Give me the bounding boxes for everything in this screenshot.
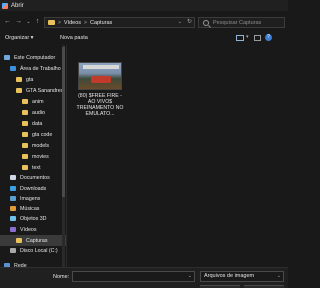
desktop-icon	[10, 66, 16, 71]
scrollbar-thumb[interactable]	[62, 47, 65, 197]
title-bar: Abrir	[0, 0, 288, 11]
folder-icon	[48, 20, 55, 25]
folder-icon	[22, 121, 28, 126]
nav-item-label: Downloads	[20, 185, 47, 192]
disk-icon	[10, 248, 16, 253]
images-icon	[10, 196, 16, 201]
thumbnail-car	[91, 76, 111, 83]
nav-item-label: Capturas	[26, 237, 48, 244]
nav-item-label: audio	[32, 109, 45, 116]
nav-item-label: models	[32, 142, 50, 149]
search-input[interactable]: Pesquisar Capturas	[198, 17, 285, 28]
folder-icon	[16, 238, 22, 243]
breadcrumb-videos[interactable]: Vídeos	[64, 20, 81, 26]
navigation-pane: Este Computador Área de Trabalho gta GTA Sa…	[0, 45, 66, 267]
organize-button[interactable]: Organizar ▾	[5, 35, 33, 41]
nav-item[interactable]: gta code	[0, 129, 66, 140]
nav-item-label: Área de Trabalho	[20, 65, 61, 72]
folder-icon	[16, 88, 22, 93]
back-icon[interactable]: ←	[3, 17, 12, 27]
folder-icon	[22, 99, 28, 104]
search-icon	[203, 19, 209, 26]
nav-item-label: gta code	[32, 131, 53, 138]
nav-item[interactable]: GTA Sanandres	[0, 85, 66, 96]
nav-item-label: Objetos 3D	[20, 215, 47, 222]
app-icon	[2, 2, 8, 9]
preview-pane-icon[interactable]	[254, 35, 261, 41]
file-name-label: Nome:	[53, 274, 70, 280]
folder-icon	[22, 132, 28, 137]
chevron-down-icon[interactable]: ▾	[246, 34, 249, 40]
nav-item[interactable]: Rede	[0, 260, 66, 267]
file-type-select[interactable]: Arquivos de imagem ⌄	[200, 271, 284, 282]
recent-dropdown-icon[interactable]: ⌄	[24, 17, 33, 27]
folder-icon	[22, 165, 28, 170]
bottom-bar: Nome: ⌄ Arquivos de imagem ⌄	[0, 267, 288, 288]
refresh-icon[interactable]: ↻	[187, 18, 192, 25]
breadcrumb-separator: >	[84, 19, 87, 26]
file-list: (80) $FREE FIRE - AO VIVO$ TREINAMENTO N…	[66, 45, 288, 267]
file-item[interactable]: (80) $FREE FIRE - AO VIVO$ TREINAMENTO N…	[75, 62, 125, 117]
view-options-icon[interactable]	[236, 35, 244, 41]
chevron-down-icon: ⌄	[276, 273, 281, 279]
thumbnail-banner	[83, 65, 119, 69]
nav-item-label: Imagens	[20, 195, 41, 202]
nav-item[interactable]: audio	[0, 107, 66, 118]
folder-icon	[16, 77, 22, 82]
nav-item-label: Documentos	[20, 174, 50, 181]
video-thumbnail	[78, 62, 122, 90]
forward-icon[interactable]: →	[14, 17, 23, 27]
nav-item[interactable]: Documentos	[0, 172, 66, 183]
nav-item[interactable]: data	[0, 118, 66, 129]
nav-item-label: movies	[32, 153, 49, 160]
breadcrumb-separator: >	[58, 19, 61, 26]
nav-item-label: anim	[32, 98, 44, 105]
nav-item-label: data	[32, 120, 43, 127]
music-icon	[10, 206, 16, 211]
nav-item[interactable]: movies	[0, 151, 66, 162]
navigation-scrollbar[interactable]	[62, 45, 65, 267]
chevron-down-icon[interactable]: ⌄	[188, 273, 192, 279]
new-folder-button[interactable]: Nova pasta	[60, 35, 88, 41]
address-row: ← → ⌄ ↑ > Vídeos > Capturas ⌄ ↻ Pesquisa…	[0, 11, 288, 32]
nav-item[interactable]: Disco Local (C:)	[0, 245, 66, 256]
folder-icon	[22, 110, 28, 115]
downloads-icon	[10, 186, 16, 191]
nav-item-label: gta	[26, 76, 34, 83]
breadcrumb-capturas[interactable]: Capturas	[90, 20, 112, 26]
nav-item[interactable]: Este Computador	[0, 52, 66, 63]
help-icon[interactable]: ?	[265, 34, 272, 41]
documents-icon	[10, 175, 16, 180]
toolbar: Organizar ▾ Nova pasta ▾ ?	[0, 32, 288, 45]
nav-item-label: Vídeos	[20, 226, 37, 233]
nav-item-label: Disco Local (C:)	[20, 247, 58, 254]
file-name-field[interactable]: ⌄	[72, 271, 195, 282]
computer-icon	[4, 55, 10, 60]
search-placeholder: Pesquisar Capturas	[213, 19, 262, 26]
nav-item-label: Músicas	[20, 205, 40, 212]
address-bar[interactable]: > Vídeos > Capturas ⌄ ↻	[44, 17, 195, 28]
nav-item[interactable]: Vídeos	[0, 224, 66, 235]
nav-item[interactable]: Objetos 3D	[0, 213, 66, 224]
up-icon[interactable]: ↑	[33, 17, 42, 27]
chevron-down-icon[interactable]: ⌄	[178, 19, 182, 25]
nav-item[interactable]: Área de Trabalho	[0, 63, 66, 74]
nav-item[interactable]: models	[0, 140, 66, 151]
nav-item[interactable]: gta	[0, 74, 66, 85]
videos-icon	[10, 227, 16, 232]
file-name: (80) $FREE FIRE - AO VIVO$ TREINAMENTO N…	[76, 93, 124, 117]
folder-icon	[22, 154, 28, 159]
window-title: Abrir	[11, 2, 24, 9]
nav-item[interactable]: anim	[0, 96, 66, 107]
nav-item-label: Este Computador	[14, 54, 56, 61]
folder-icon	[22, 143, 28, 148]
file-type-value: Arquivos de imagem	[204, 273, 255, 279]
nav-item-label: GTA Sanandres	[26, 87, 64, 94]
objects-3d-icon	[10, 216, 16, 221]
nav-item-label: text	[32, 164, 41, 171]
